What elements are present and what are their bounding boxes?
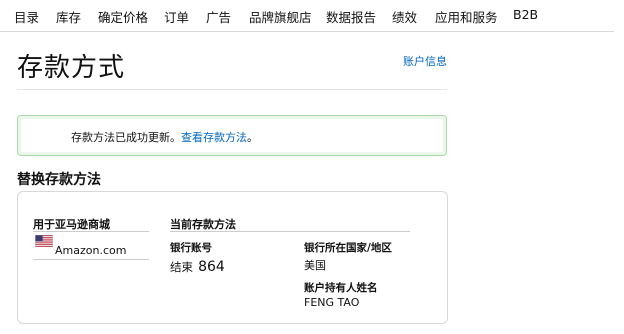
- nav-item-catalog[interactable]: 目录: [14, 7, 39, 26]
- bank-account-value: 结束 864: [170, 256, 225, 275]
- nav-item-reports[interactable]: 数据报告: [326, 7, 376, 26]
- success-alert: 存款方法已成功更新。查看存款方法。: [17, 115, 447, 156]
- marketplace-row-divider: [33, 259, 149, 260]
- nav-item-brand-stores[interactable]: 品牌旗舰店: [249, 7, 312, 26]
- page-title: 存款方式: [17, 53, 126, 83]
- alert-period: 。: [247, 131, 258, 144]
- top-navigation: 目录 库存 确定价格 订单 广告 品牌旗舰店 数据报告 绩效 应用和服务 B2B: [0, 0, 614, 32]
- marketplace-header-divider: [33, 231, 149, 232]
- current-method-header-divider: [170, 231, 410, 232]
- nav-item-orders[interactable]: 订单: [164, 7, 189, 26]
- account-info-link[interactable]: 账户信息: [403, 53, 447, 69]
- bank-country-value: 美国: [304, 259, 326, 272]
- nav-item-apps-services[interactable]: 应用和服务: [435, 7, 498, 26]
- nav-item-performance[interactable]: 绩效: [392, 7, 417, 26]
- bank-account-last-digits: 864: [198, 259, 225, 275]
- nav-item-advertising[interactable]: 广告: [206, 7, 231, 26]
- account-holder-label: 账户持有人姓名: [304, 282, 378, 294]
- deposit-method-card: 用于亚马逊商城 Amazon.com 当前存款方法 银行账号 结束 864 银行…: [17, 191, 448, 324]
- nav-item-inventory[interactable]: 库存: [56, 7, 81, 26]
- section-heading: 替换存款方法: [17, 172, 101, 188]
- marketplace-column-header: 用于亚马逊商城: [33, 218, 110, 231]
- alert-text: 存款方法已成功更新。: [71, 131, 181, 144]
- nav-item-pricing[interactable]: 确定价格: [98, 7, 148, 26]
- bank-country-label: 银行所在国家/地区: [304, 242, 392, 254]
- bank-account-prefix: 结束: [170, 260, 193, 274]
- title-divider: [17, 89, 447, 90]
- bank-account-label: 银行账号: [170, 242, 212, 254]
- marketplace-name: Amazon.com: [55, 244, 127, 257]
- nav-item-b2b[interactable]: B2B: [513, 7, 538, 22]
- view-deposit-methods-link[interactable]: 查看存款方法: [181, 131, 247, 144]
- us-flag-icon: [35, 235, 53, 247]
- current-method-column-header: 当前存款方法: [170, 218, 236, 231]
- alert-message: 存款方法已成功更新。查看存款方法。: [71, 129, 258, 145]
- account-holder-value: FENG TAO: [304, 296, 360, 309]
